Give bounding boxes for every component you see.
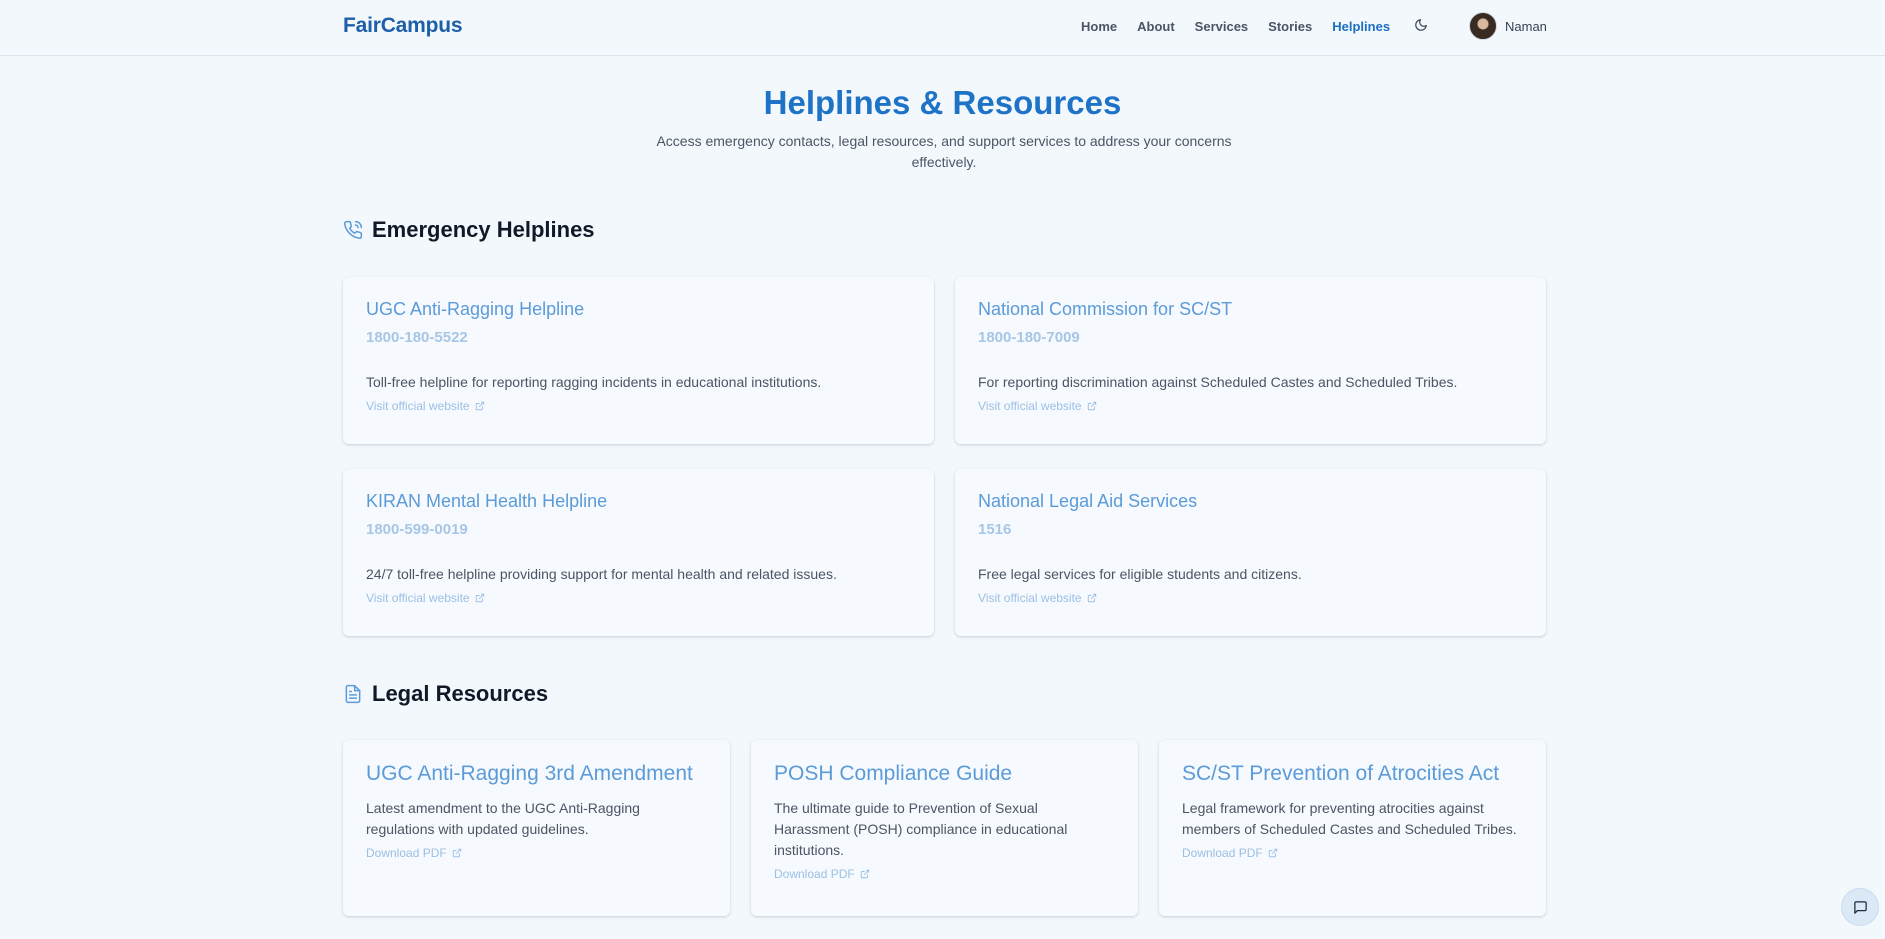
section-title: Emergency Helplines — [372, 217, 595, 242]
section-title: Legal Resources — [372, 681, 549, 706]
helpline-phone[interactable]: 1800-180-5522 — [366, 329, 911, 346]
resource-card: UGC Anti-Ragging 3rd Amendment Latest am… — [343, 740, 730, 916]
helpline-phone[interactable]: 1800-599-0019 — [366, 521, 911, 538]
chat-icon — [1853, 900, 1867, 914]
link-label: Download PDF — [774, 867, 855, 881]
visit-website-link[interactable]: Visit official website — [978, 399, 1097, 413]
external-link-icon — [860, 869, 869, 879]
link-label: Visit official website — [366, 399, 470, 413]
download-pdf-link[interactable]: Download PDF — [1182, 846, 1278, 860]
helpline-card: KIRAN Mental Health Helpline 1800-599-00… — [343, 469, 934, 636]
external-link-icon — [452, 848, 461, 858]
resource-title: POSH Compliance Guide — [774, 762, 1013, 785]
emergency-section-heading: Emergency Helplines — [343, 217, 595, 243]
helpline-title: UGC Anti-Ragging Helpline — [366, 299, 585, 319]
external-link-icon — [475, 401, 484, 411]
helpline-card: UGC Anti-Ragging Helpline 1800-180-5522 … — [343, 277, 934, 444]
helpline-card: National Commission for SC/ST 1800-180-7… — [955, 277, 1546, 444]
resource-card: POSH Compliance Guide The ultimate guide… — [751, 740, 1138, 916]
helpline-card: National Legal Aid Services 1516 Free le… — [955, 469, 1546, 636]
visit-website-link[interactable]: Visit official website — [978, 591, 1097, 605]
external-link-icon — [475, 593, 484, 603]
link-label: Download PDF — [366, 846, 447, 860]
page-subtitle: Access emergency contacts, legal resourc… — [656, 133, 1232, 170]
visit-website-link[interactable]: Visit official website — [366, 399, 485, 413]
visit-website-link[interactable]: Visit official website — [366, 591, 485, 605]
document-icon — [345, 684, 361, 704]
avatar — [1469, 12, 1497, 40]
nav-stories[interactable]: Stories — [1268, 19, 1312, 34]
main-nav: Home About Services Stories Helplines — [1081, 19, 1410, 34]
helpline-description: 24/7 toll-free helpline providing suppor… — [366, 566, 837, 582]
brand-logo[interactable]: FairCampus — [343, 14, 463, 38]
link-label: Visit official website — [978, 591, 1082, 605]
link-label: Visit official website — [366, 591, 470, 605]
legal-section-heading: Legal Resources — [343, 681, 548, 707]
helpline-title: KIRAN Mental Health Helpline — [366, 491, 608, 511]
nav-home[interactable]: Home — [1081, 19, 1117, 34]
helpline-title: National Legal Aid Services — [978, 491, 1198, 511]
helpline-description: Free legal services for eligible student… — [978, 566, 1302, 582]
moon-icon[interactable] — [1414, 18, 1432, 36]
navbar: FairCampus Home About Services Stories H… — [0, 0, 1885, 56]
resource-description: Latest amendment to the UGC Anti-Ragging… — [366, 800, 640, 837]
link-label: Download PDF — [1182, 846, 1263, 860]
helpline-phone[interactable]: 1800-180-7009 — [978, 329, 1523, 346]
download-pdf-link[interactable]: Download PDF — [774, 867, 870, 881]
page-title: Helplines & Resources — [763, 84, 1122, 121]
helpline-description: Toll-free helpline for reporting ragging… — [366, 374, 822, 390]
nav-about[interactable]: About — [1137, 19, 1175, 34]
resource-description: The ultimate guide to Prevention of Sexu… — [774, 800, 1068, 858]
download-pdf-link[interactable]: Download PDF — [366, 846, 462, 860]
external-link-icon — [1268, 848, 1277, 858]
resource-card: SC/ST Prevention of Atrocities Act Legal… — [1159, 740, 1546, 916]
link-label: Visit official website — [978, 399, 1082, 413]
chat-button[interactable] — [1841, 888, 1879, 926]
nav-helplines[interactable]: Helplines — [1332, 19, 1390, 34]
phone-icon — [344, 220, 363, 239]
nav-services[interactable]: Services — [1195, 19, 1249, 34]
user-menu[interactable]: Naman — [1469, 12, 1547, 40]
helpline-title: National Commission for SC/ST — [978, 299, 1233, 319]
helpline-phone[interactable]: 1516 — [978, 521, 1523, 538]
resource-description: Legal framework for preventing atrocitie… — [1182, 800, 1517, 837]
user-name: Naman — [1505, 18, 1547, 34]
external-link-icon — [1087, 593, 1096, 603]
resource-title: UGC Anti-Ragging 3rd Amendment — [366, 762, 693, 785]
external-link-icon — [1087, 401, 1096, 411]
helpline-description: For reporting discrimination against Sch… — [978, 374, 1458, 390]
resource-title: SC/ST Prevention of Atrocities Act — [1182, 762, 1500, 785]
